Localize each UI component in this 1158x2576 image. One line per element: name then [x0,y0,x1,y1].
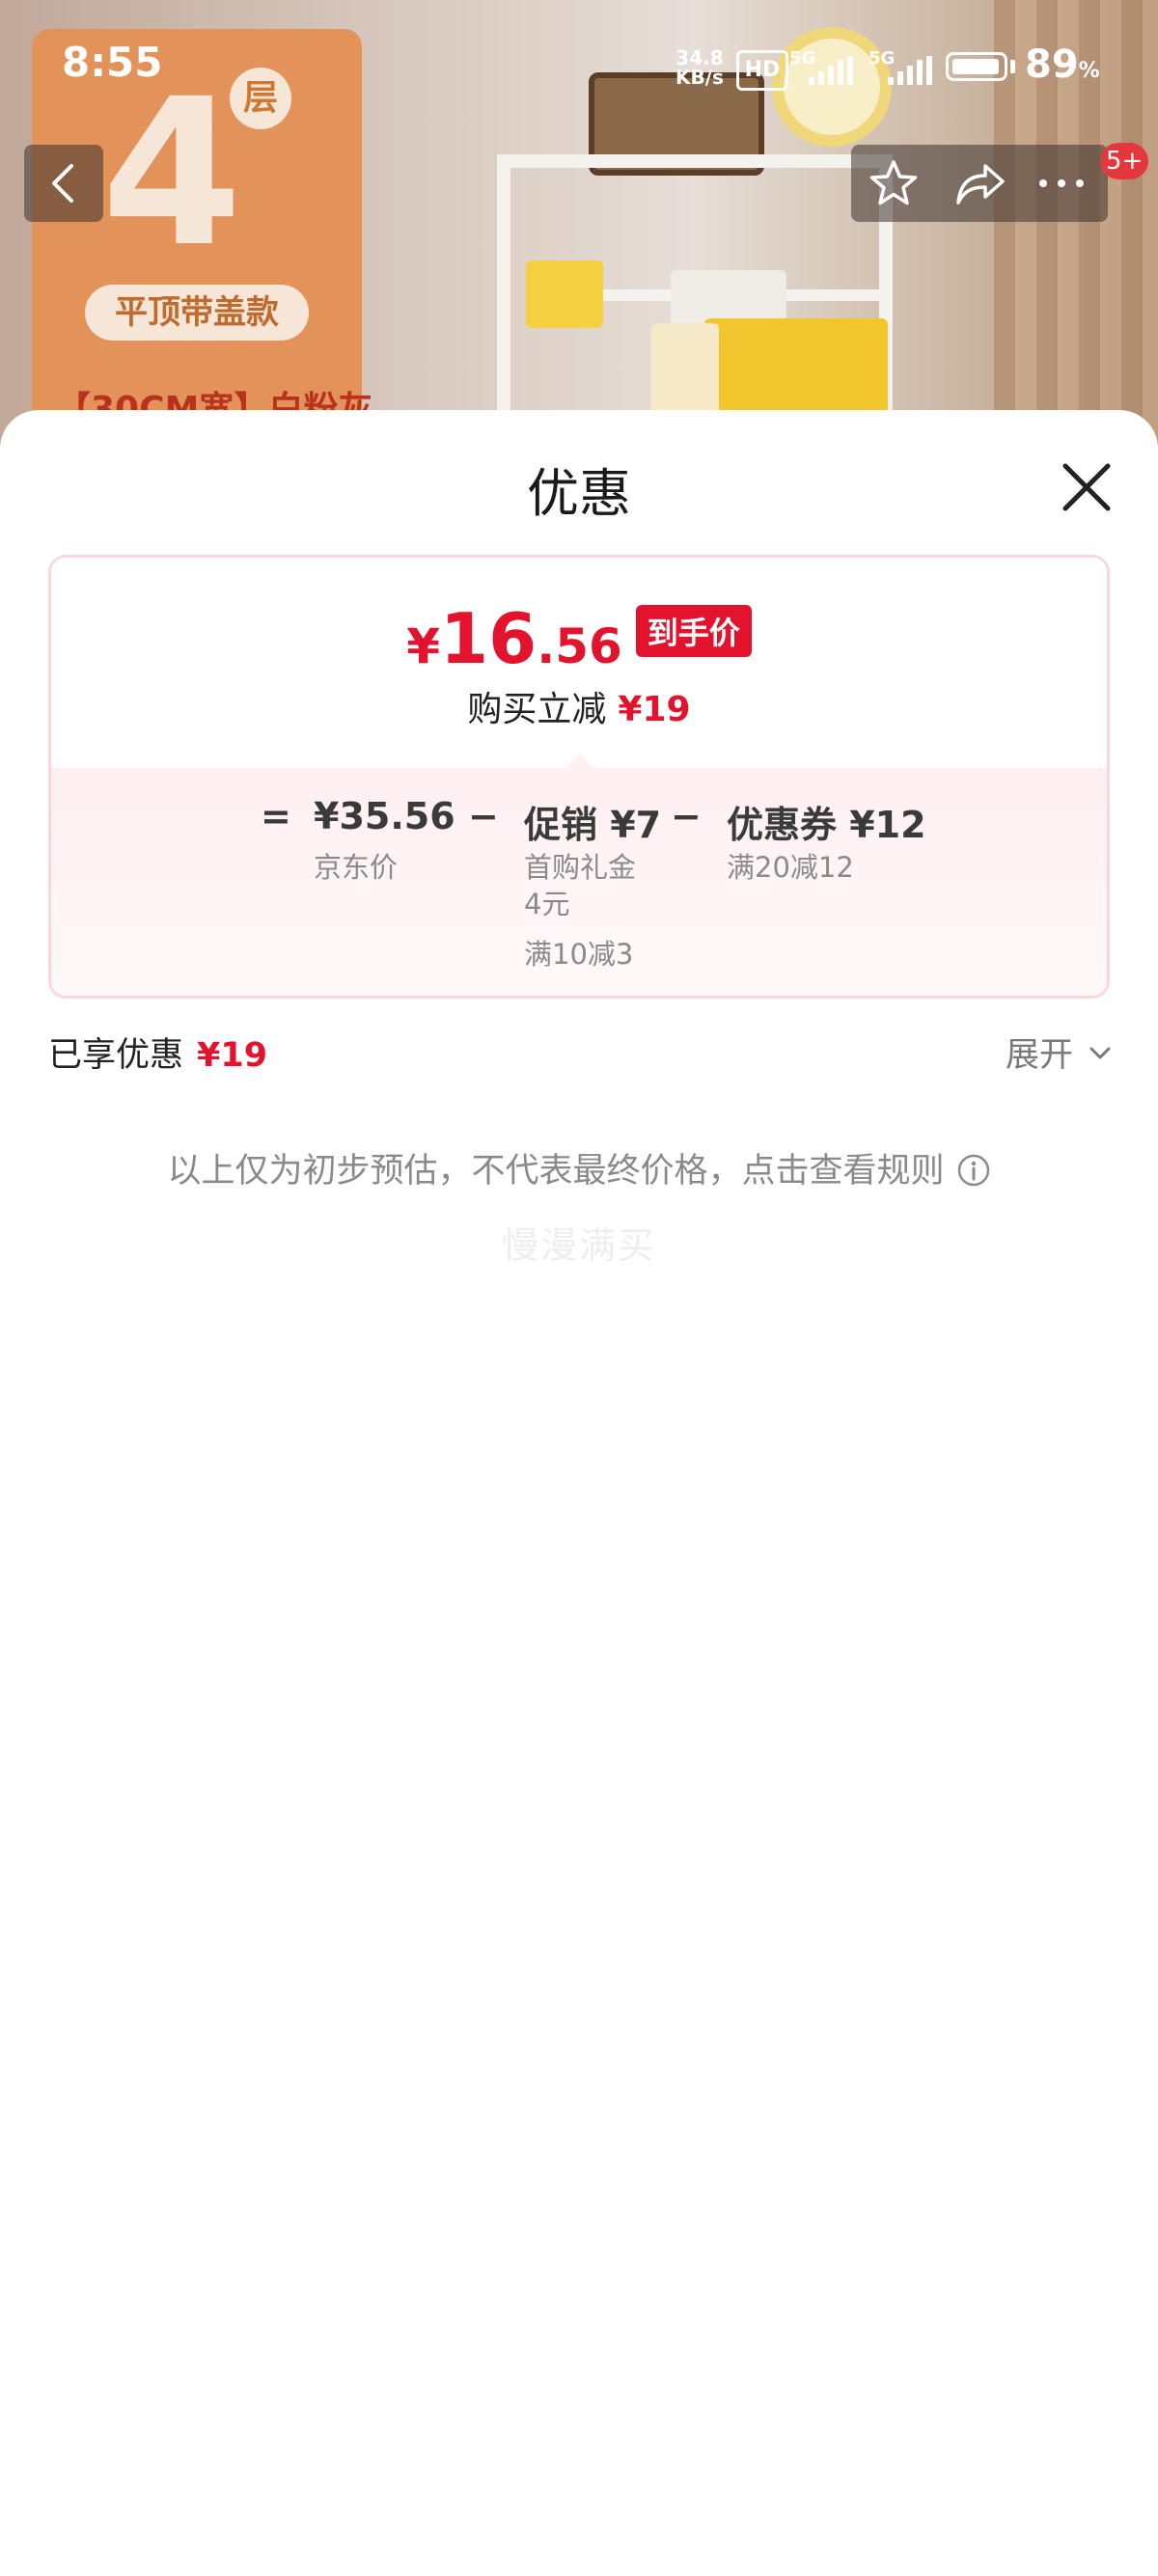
more-button[interactable] [1023,145,1100,222]
price-summary: ¥16.56 到手价 购买立减 ¥19 [51,558,1107,768]
disclaimer-text: 以上仅为初步预估，不代表最终价格，点击查看规则 [167,1152,945,1191]
layer-number: 4 [101,55,243,291]
watermark-text: 慢漫满买 [501,1224,656,1267]
signal-bars-1-icon [809,56,855,85]
top-actions-bar [851,145,1108,222]
formula-minus-2: − [671,795,702,837]
chevron-left-icon [24,145,101,222]
price-breakdown-card: ¥16.56 到手价 购买立减 ¥19 = ¥35.56 京东价 − 促销 ¥7 首… [48,555,1110,999]
enjoyed-amount: ¥19 [197,1036,268,1075]
message-badge: 5+ [1100,143,1149,179]
card-notch [565,754,595,769]
final-price-tag: 到手价 [635,605,752,657]
hd-voice-icon: HD [736,50,788,91]
coupon-detail: 满20减12 [727,851,854,884]
battery-tip [1010,60,1015,73]
base-price-label: 京东价 [314,851,399,884]
promo-title: 促销 ¥7 [524,804,662,846]
promo-detail-gift-a: 首购礼金 [524,851,637,884]
signal-bars-2-icon [888,56,934,85]
shelf-illustration [497,154,893,453]
rules-disclaimer[interactable]: 以上仅为初步预估，不代表最终价格，点击查看规则 [0,1143,1158,1196]
promo-detail-full-reduction: 满10减3 [524,938,634,971]
network-speed-value: 34.8 [676,46,724,69]
formula-equals: = [261,795,291,837]
final-price: ¥16.56 到手价 [51,598,1107,679]
reduce-line: 购买立减 ¥19 [51,681,1107,731]
style-tag: 平顶带盖款 [85,285,309,341]
final-price-integer: 16 [440,598,538,679]
final-price-currency: ¥ [406,618,440,674]
battery-percent: 89% [1025,42,1100,87]
base-price: ¥35.56 [314,795,455,837]
enjoyed-label: 已享优惠 [48,1036,184,1075]
back-button[interactable] [24,145,103,222]
more-icon [1039,179,1084,187]
sheet-title: 优惠 [527,463,631,524]
reduce-label: 购买立减 [467,690,607,729]
network-speed: 34.8 KB/s [676,48,724,87]
share-icon [956,164,1005,205]
close-button[interactable] [1052,452,1121,522]
expand-button[interactable]: 展开 [1006,1028,1073,1077]
discount-sheet: 优惠 ¥16.56 到手价 购买立减 ¥19 = ¥35.56 京东价 − 促销 ¥… [0,410,1158,2576]
favorite-button[interactable] [855,145,932,222]
close-icon [1062,463,1111,511]
price-formula: = ¥35.56 京东价 − 促销 ¥7 首购礼金 4元 满10减3 − 优惠券… [51,768,1107,996]
status-time: 8:55 [62,39,163,86]
battery-icon [946,52,1007,81]
status-bar: 8:55 34.8 KB/s HD 5G 5G 89% [0,39,1158,96]
chevron-down-icon[interactable] [1089,1041,1112,1064]
enjoyed-discount-row: 已享优惠 ¥19 [48,1028,267,1077]
formula-minus-1: − [468,795,499,837]
share-button[interactable] [942,145,1019,222]
promo-detail-gift-b: 4元 [524,888,570,920]
network-speed-unit: KB/s [676,66,724,89]
final-price-decimal: .56 [537,618,622,674]
coupon-title: 优惠券 ¥12 [727,804,926,846]
reduce-amount: ¥19 [618,690,691,729]
star-icon [869,160,918,206]
info-icon[interactable] [956,1153,991,1196]
